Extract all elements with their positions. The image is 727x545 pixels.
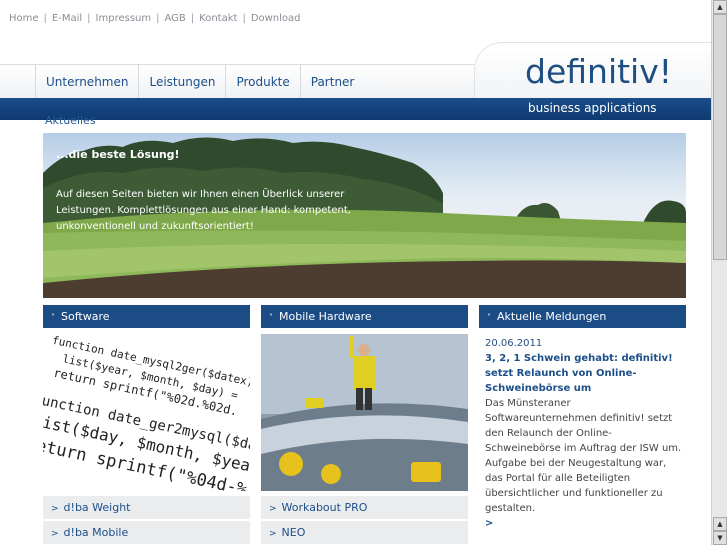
link-email[interactable]: E-Mail <box>52 13 82 24</box>
hero-text: Auf diesen Seiten bieten wir Ihnen einen… <box>56 189 351 232</box>
chevron-right-icon: > <box>51 504 59 514</box>
software-header[interactable]: ˅ Software <box>43 305 250 328</box>
link-dba-weight[interactable]: > d!ba Weight <box>43 496 250 519</box>
link-label: NEO <box>281 526 306 539</box>
top-links: Home | E-Mail | Impressum | AGB | Kontakt | Downlo… <box>9 13 301 24</box>
hardware-title: Mobile Hardware <box>279 310 372 323</box>
software-title: Software <box>61 310 110 323</box>
chevron-down-icon: ˅ <box>487 313 491 322</box>
link-label: d!ba Mobile <box>63 526 129 539</box>
scroll-up-icon[interactable]: ▲ <box>713 0 727 14</box>
tagline: business applications <box>528 101 657 115</box>
link-download[interactable]: Download <box>251 13 301 24</box>
news-title: Aktuelle Meldungen <box>497 310 607 323</box>
scroll-up-icon[interactable]: ▲ <box>713 517 727 531</box>
nav-unternehmen[interactable]: Unternehmen <box>35 64 138 100</box>
logo[interactable]: definitiv! <box>525 52 672 91</box>
hero-title: ...die beste Lösung! <box>56 148 180 161</box>
link-agb[interactable]: AGB <box>165 13 186 24</box>
news-item: 20.06.2011 3, 2, 1 Schwein gehabt: defin… <box>485 336 685 531</box>
vertical-scrollbar[interactable]: ▲ ▲ ▼ <box>711 0 727 545</box>
link-impressum[interactable]: Impressum <box>96 13 152 24</box>
chevron-down-icon: ˅ <box>51 313 55 322</box>
scroll-thumb[interactable] <box>713 14 727 260</box>
link-kontakt[interactable]: Kontakt <box>199 13 237 24</box>
scroll-down-icon[interactable]: ▼ <box>713 531 727 545</box>
breadcrumb[interactable]: Aktuelles <box>45 114 96 127</box>
chevron-down-icon: ˅ <box>269 313 273 322</box>
chevron-right-icon: > <box>269 529 277 539</box>
news-more-link[interactable]: > <box>485 516 685 531</box>
nav-leistungen[interactable]: Leistungen <box>138 64 225 100</box>
news-headline[interactable]: 3, 2, 1 Schwein gehabt: definitiv! setzt… <box>485 351 685 396</box>
chevron-right-icon: > <box>269 504 277 514</box>
main-nav: Unternehmen Leistungen Produkte Partner <box>35 64 364 100</box>
link-home[interactable]: Home <box>9 13 39 24</box>
link-workabout-pro[interactable]: > Workabout PRO <box>261 496 468 519</box>
news-body: Das Münsteraner Softwareunternehmen defi… <box>485 398 682 514</box>
hardware-header[interactable]: ˅ Mobile Hardware <box>261 305 468 328</box>
link-dba-mobile[interactable]: > d!ba Mobile <box>43 521 250 544</box>
nav-produkte[interactable]: Produkte <box>225 64 299 100</box>
link-label: d!ba Weight <box>63 501 131 514</box>
chevron-right-icon: > <box>51 529 59 539</box>
nav-partner[interactable]: Partner <box>299 64 365 100</box>
hardware-image <box>261 334 468 491</box>
news-header[interactable]: ˅ Aktuelle Meldungen <box>479 305 686 328</box>
code-image: function date_mysql2ger($datex) list($ye… <box>43 334 250 491</box>
link-neo[interactable]: > NEO <box>261 521 468 544</box>
link-label: Workabout PRO <box>281 501 368 514</box>
news-date: 20.06.2011 <box>485 338 543 349</box>
